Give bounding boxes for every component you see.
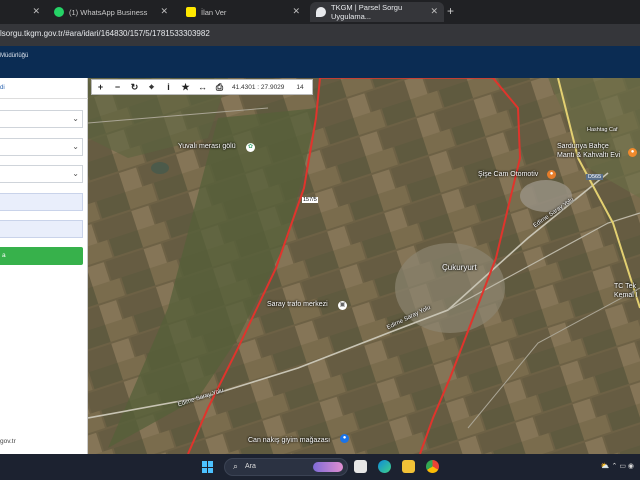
zoom-level: 14 <box>296 83 304 91</box>
tab-whatsapp[interactable]: (1) WhatsApp Business ✕ <box>48 2 174 22</box>
shopping-icon[interactable]: ● <box>340 434 349 443</box>
search-icon: ⌕ <box>233 461 239 471</box>
shop-icon[interactable]: ● <box>547 170 556 179</box>
panel-link[interactable]: di <box>0 85 5 91</box>
tab-label: İlan Ver <box>201 7 227 17</box>
windows-taskbar: ⌕ Ara ⛅ ⌃ ▭ ◉ <box>0 454 640 480</box>
refresh-icon[interactable]: ↻ <box>126 82 143 93</box>
info-icon[interactable]: i <box>160 82 177 92</box>
tab-previous[interactable]: ✕ <box>0 2 46 22</box>
coordinate-readout: 41.4301 : 27.9029 <box>232 83 285 91</box>
zoom-out-icon[interactable]: − <box>109 82 126 92</box>
locate-icon[interactable]: ⌖ <box>143 82 160 93</box>
district-select[interactable]: ⌄ <box>0 138 83 156</box>
close-icon[interactable]: ✕ <box>292 6 300 17</box>
province-select[interactable]: ⌄ <box>0 110 83 128</box>
browser-tab-bar: ✕ (1) WhatsApp Business ✕ İlan Ver ✕ TKG… <box>0 0 640 24</box>
map-label-can-nakis: Can nakış giyim mağazası <box>248 437 331 444</box>
print-icon[interactable]: ⎙ <box>211 82 228 93</box>
query-button[interactable]: a <box>0 247 83 265</box>
park-icon[interactable]: ✿ <box>246 143 255 152</box>
search-highlight-image <box>313 462 343 472</box>
sahibinden-icon <box>186 7 196 17</box>
satellite-map[interactable] <box>88 78 640 454</box>
site-header-title: Müdürlüğü <box>0 53 29 59</box>
divider <box>0 98 88 99</box>
tab-label: TKGM | Parsel Sorgu Uygulama... <box>330 3 403 21</box>
chrome-icon[interactable] <box>426 460 439 473</box>
building-icon[interactable]: ▣ <box>338 301 347 310</box>
query-panel: di ⌄ ⌄ ⌄ a gov.tr <box>0 78 88 454</box>
parcel-input[interactable] <box>0 220 83 238</box>
map-label-sardunya: Sardunya Bahçe <box>557 143 609 150</box>
map-label-cukuryurt: Çukuryurt <box>442 263 477 272</box>
measure-icon[interactable]: ↔ <box>194 82 211 92</box>
chevron-down-icon: ⌄ <box>72 142 79 151</box>
map-imagery <box>88 78 640 454</box>
chevron-down-icon: ⌄ <box>72 114 79 123</box>
chevron-down-icon: ⌄ <box>72 169 79 178</box>
map-toolbar: + − ↻ ⌖ i ★ ↔ ⎙ 41.4301 : 27.9029 14 <box>91 79 313 95</box>
task-view-icon[interactable] <box>354 460 367 473</box>
parcel-label: 157/5 <box>302 197 318 203</box>
system-tray[interactable]: ⛅ ⌃ ▭ ◉ <box>601 462 634 470</box>
map-label-manti: Mantı & Kahvaltı Evi <box>557 152 621 159</box>
block-input[interactable] <box>0 193 83 211</box>
restaurant-icon[interactable]: ● <box>628 148 637 157</box>
close-icon[interactable]: ✕ <box>160 6 168 17</box>
map-label-tc: TC Tek <box>614 283 637 290</box>
new-tab-icon[interactable]: + <box>447 4 454 18</box>
close-icon[interactable]: ✕ <box>430 6 438 17</box>
map-label-kemal: Kemal İ <box>614 292 638 299</box>
panel-footer: gov.tr <box>0 438 16 445</box>
site-header: Müdürlüğü <box>0 46 640 78</box>
map-pin-icon <box>316 7 326 17</box>
search-placeholder: Ara <box>245 463 256 470</box>
address-bar[interactable]: lsorgu.tkgm.gov.tr/#ara/idari/164830/157… <box>0 24 640 46</box>
edge-icon[interactable] <box>378 460 391 473</box>
map-label-trafo: Saray trafo merkezi <box>267 301 328 308</box>
neighborhood-select[interactable]: ⌄ <box>0 165 83 183</box>
tab-ilan-ver[interactable]: İlan Ver ✕ <box>180 2 306 22</box>
map-label-sise-cam: Şişe Cam Otomotiv <box>478 171 539 178</box>
file-explorer-icon[interactable] <box>402 460 415 473</box>
close-icon[interactable]: ✕ <box>32 6 40 17</box>
tab-tkgm[interactable]: TKGM | Parsel Sorgu Uygulama... ✕ <box>310 2 444 22</box>
map-label-hashtag: Hashtag Caf <box>587 127 618 133</box>
windows-start-icon[interactable] <box>202 461 214 473</box>
road-number-badge: D565 <box>586 174 604 180</box>
zoom-in-icon[interactable]: + <box>92 82 109 92</box>
map-label-yuvali: Yuvalı merası gölü <box>178 143 236 150</box>
whatsapp-icon <box>54 7 64 17</box>
star-icon[interactable]: ★ <box>177 82 194 93</box>
tab-label: (1) WhatsApp Business <box>69 7 148 17</box>
taskbar-search[interactable]: ⌕ Ara <box>224 458 348 476</box>
url-text[interactable]: lsorgu.tkgm.gov.tr/#ara/idari/164830/157… <box>0 29 210 38</box>
